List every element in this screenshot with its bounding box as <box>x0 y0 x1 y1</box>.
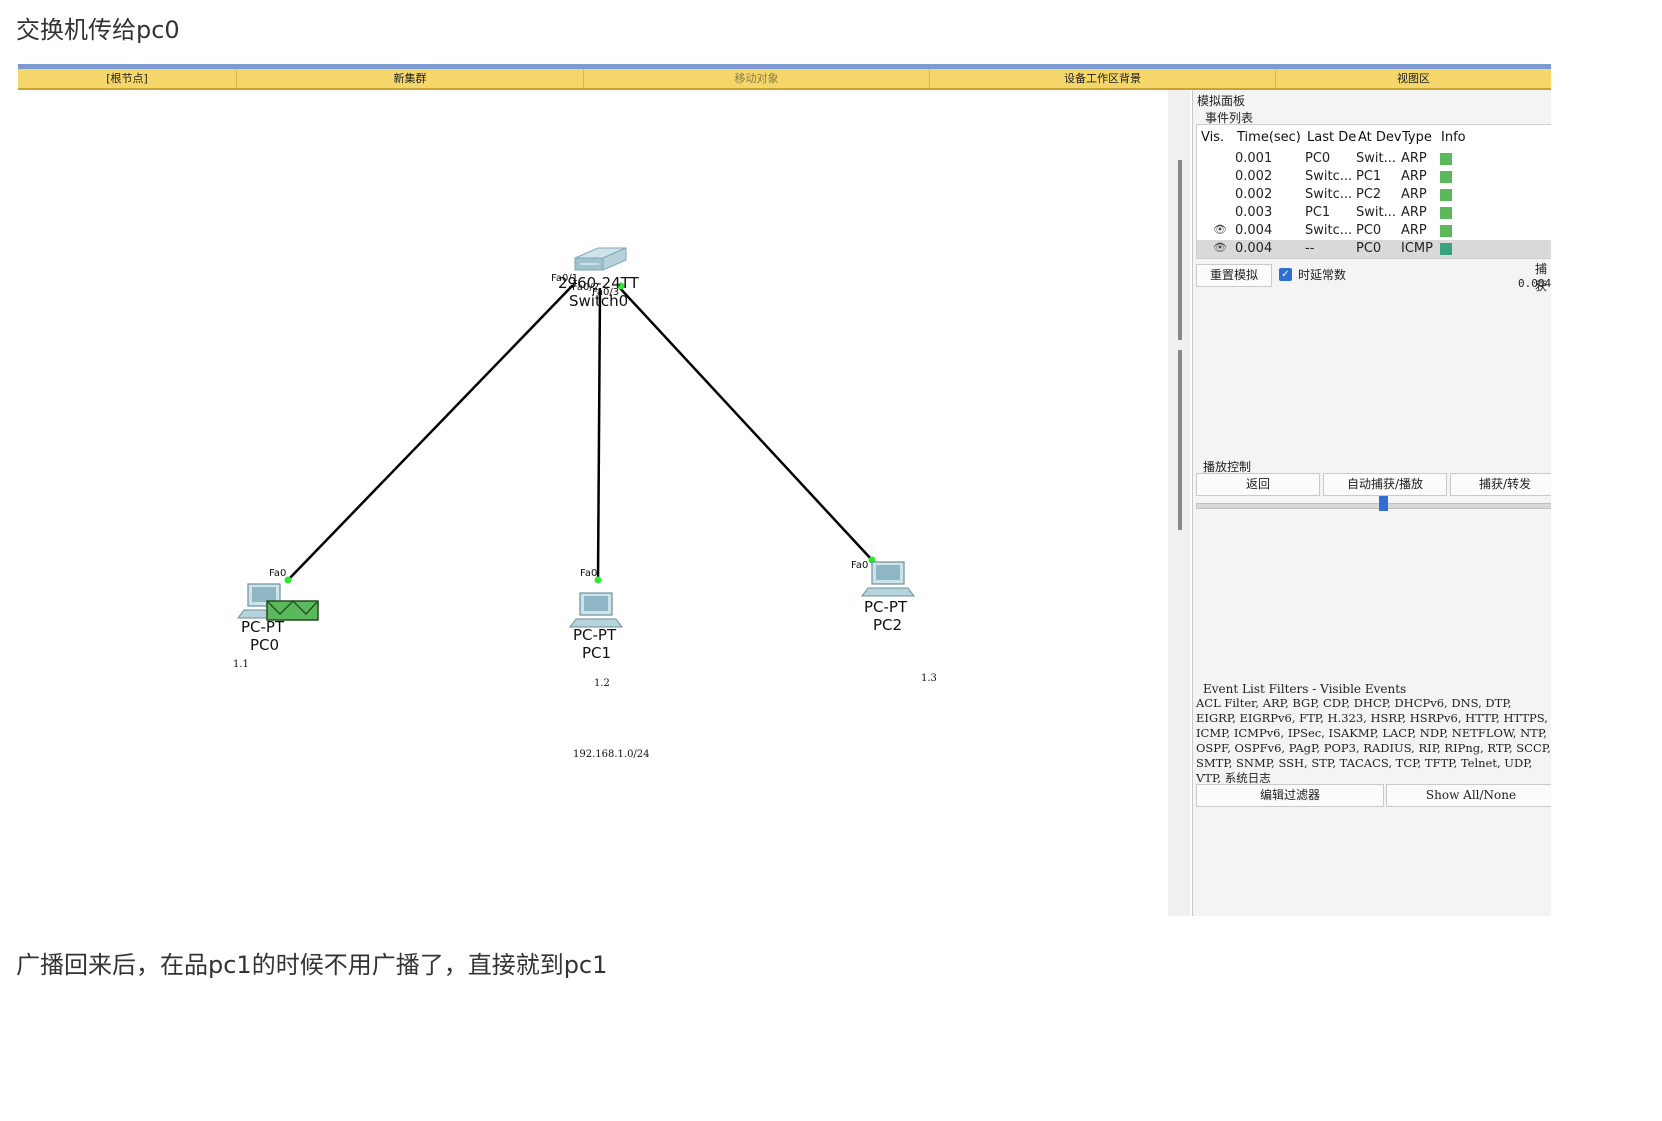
event-table-header: Vis. Time(sec) Last De At Dev Type Info <box>1197 129 1551 147</box>
network-note[interactable]: 192.168.1.0/24 <box>573 749 650 760</box>
pc2-name-label: PC2 <box>873 616 902 634</box>
switch-icon[interactable] <box>574 247 627 271</box>
logical-toolbar: [根节点] 新集群 移动对象 设备工作区背景 视图区 <box>18 69 1551 90</box>
event-row[interactable]: 0.001 PC0 Swit... ARP <box>1197 150 1551 168</box>
workspace-background-button[interactable]: 设备工作区背景 <box>930 69 1276 88</box>
topology-canvas[interactable]: 2960-24TT Switch0 Fa0/1 Fa0/2 Fa0/3 Fa0 … <box>18 90 1168 916</box>
logical-workspace[interactable]: 2960-24TT Switch0 Fa0/1 Fa0/2 Fa0/3 Fa0 … <box>18 90 1168 916</box>
pc1-type-label: PC-PT <box>573 626 617 644</box>
link-pc1-switch[interactable] <box>596 287 602 581</box>
article-paragraph: 广播回来后，在品pc1的时候不用广播了，直接就到pc1 <box>16 951 608 979</box>
event-filter-label: Event List Filters - Visible Events <box>1203 682 1407 696</box>
auto-capture-play-button[interactable]: 自动捕获/播放 <box>1323 473 1447 496</box>
col-time[interactable]: Time(sec) <box>1237 130 1301 145</box>
scrollbar-thumb-lower[interactable] <box>1178 350 1182 530</box>
edit-filters-button[interactable]: 编辑过滤器 <box>1196 784 1384 807</box>
event-type: ARP <box>1401 223 1427 238</box>
event-type: ICMP <box>1401 241 1433 256</box>
event-time: 0.004 <box>1235 223 1273 238</box>
event-info-color[interactable] <box>1440 243 1452 255</box>
reset-simulation-button[interactable]: 重置模拟 <box>1196 264 1272 287</box>
show-all-none-button[interactable]: Show All/None <box>1386 784 1551 807</box>
event-row-selected[interactable]: 👁 0.004 -- PC0 ICMP <box>1197 240 1551 258</box>
event-info-color[interactable] <box>1440 189 1452 201</box>
event-row[interactable]: 0.002 Switc... PC1 ARP <box>1197 168 1551 186</box>
packet-tracer-window: [根节点] 新集群 移动对象 设备工作区背景 视图区 2960-24TT Swi… <box>18 64 1551 916</box>
link-pc0-switch[interactable] <box>287 284 574 581</box>
col-last-device[interactable]: Last De <box>1307 130 1356 145</box>
capture-forward-button[interactable]: 捕获/转发 <box>1450 473 1551 496</box>
eye-icon: 👁 <box>1213 241 1227 254</box>
event-list-table[interactable]: Vis. Time(sec) Last De At Dev Type Info … <box>1196 124 1551 259</box>
back-button[interactable]: 返回 <box>1196 473 1320 496</box>
event-at-device: PC0 <box>1356 223 1382 238</box>
event-time: 0.002 <box>1235 187 1273 202</box>
pc0-port-label: Fa0 <box>269 568 286 579</box>
event-info-color[interactable] <box>1440 207 1452 219</box>
event-at-device: Swit... <box>1356 151 1396 166</box>
simulation-panel-title: 模拟面板 <box>1197 94 1246 108</box>
event-type: ARP <box>1401 151 1427 166</box>
event-time: 0.004 <box>1235 241 1273 256</box>
play-speed-slider-thumb[interactable] <box>1379 496 1388 511</box>
new-cluster-button[interactable]: 新集群 <box>237 69 584 88</box>
col-vis[interactable]: Vis. <box>1201 130 1224 145</box>
event-last-device: Switc... <box>1305 187 1353 202</box>
col-info[interactable]: Info <box>1441 130 1466 145</box>
col-at-device[interactable]: At Dev <box>1358 130 1402 145</box>
capture-time-value: 0.004 <box>1518 277 1551 290</box>
scrollbar-thumb-upper[interactable] <box>1178 160 1182 340</box>
event-info-color[interactable] <box>1440 171 1452 183</box>
event-time: 0.001 <box>1235 151 1273 166</box>
switch-port-fa03: Fa0/3 <box>592 287 619 298</box>
event-info-color[interactable] <box>1440 225 1452 237</box>
pc1-icon[interactable] <box>569 592 623 628</box>
event-at-device: Swit... <box>1356 205 1396 220</box>
pc2-ip-note[interactable]: 1.3 <box>921 673 937 684</box>
event-last-device: -- <box>1305 241 1315 256</box>
event-info-color[interactable] <box>1440 153 1452 165</box>
constant-delay-checkbox[interactable]: ✓ <box>1279 268 1292 281</box>
event-row[interactable]: 0.003 PC1 Swit... ARP <box>1197 204 1551 222</box>
event-time: 0.003 <box>1235 205 1273 220</box>
constant-delay-label: 时延常数 <box>1298 268 1347 282</box>
pc1-port-label: Fa0 <box>580 568 597 579</box>
event-at-device: PC2 <box>1356 187 1382 202</box>
event-last-device: Switc... <box>1305 169 1353 184</box>
link-pc2-switch[interactable] <box>617 285 873 561</box>
pc0-ip-note[interactable]: 1.1 <box>233 659 249 670</box>
visible-events-list: ACL Filter, ARP, BGP, CDP, DHCP, DHCPv6,… <box>1196 696 1551 785</box>
event-row[interactable]: 👁 0.004 Switc... PC0 ARP <box>1197 222 1551 240</box>
event-at-device: PC1 <box>1356 169 1382 184</box>
event-type: ARP <box>1401 205 1427 220</box>
eye-icon: 👁 <box>1213 223 1227 236</box>
event-last-device: PC0 <box>1305 151 1331 166</box>
event-type: ARP <box>1401 169 1427 184</box>
event-at-device: PC0 <box>1356 241 1382 256</box>
workspace-scrollbar[interactable] <box>1168 90 1190 916</box>
pc1-name-label: PC1 <box>582 644 611 662</box>
event-row[interactable]: 0.002 Switc... PC2 ARP <box>1197 186 1551 204</box>
simulation-panel: 模拟面板 事件列表 Vis. Time(sec) Last De At Dev … <box>1192 90 1551 916</box>
article-heading: 交换机传给pc0 <box>16 16 180 44</box>
event-time: 0.002 <box>1235 169 1273 184</box>
event-last-device: Switc... <box>1305 223 1353 238</box>
col-type[interactable]: Type <box>1402 130 1432 145</box>
pc1-ip-note[interactable]: 1.2 <box>594 678 610 689</box>
pc0-name-label: PC0 <box>250 636 279 654</box>
viewport-button[interactable]: 视图区 <box>1276 69 1551 88</box>
event-last-device: PC1 <box>1305 205 1331 220</box>
root-node-button[interactable]: [根节点] <box>18 69 237 88</box>
pc2-port-label: Fa0 <box>851 560 868 571</box>
pc0-type-label: PC-PT <box>241 618 285 636</box>
event-type: ARP <box>1401 187 1427 202</box>
pc2-type-label: PC-PT <box>864 598 908 616</box>
move-object-button[interactable]: 移动对象 <box>584 69 930 88</box>
play-speed-slider[interactable] <box>1196 503 1551 509</box>
pc2-icon[interactable] <box>861 561 915 597</box>
